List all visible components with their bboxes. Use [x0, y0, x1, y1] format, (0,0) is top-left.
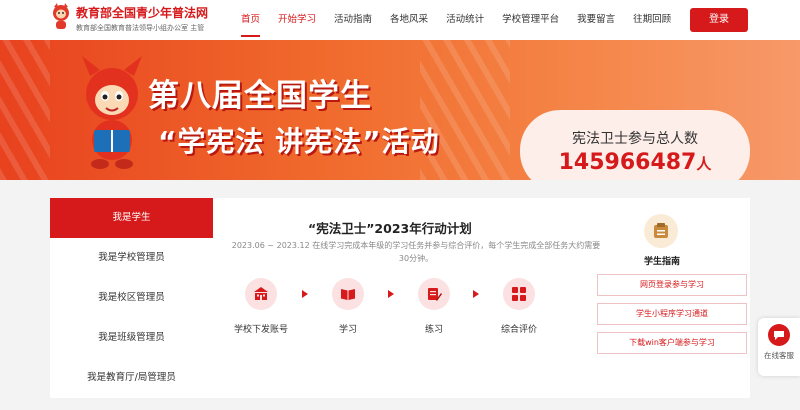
mascot-reading-icon — [82, 56, 142, 169]
guide-icon — [644, 214, 678, 248]
step-practice[interactable]: 练习 — [399, 278, 469, 335]
stat-number: 145966487 — [558, 150, 697, 175]
school-icon — [245, 278, 277, 310]
login-button[interactable]: 登录 — [690, 8, 748, 32]
online-service-button[interactable]: 在线客服 — [758, 318, 800, 376]
step-evaluation[interactable]: 综合评价 — [484, 278, 554, 335]
chat-icon — [768, 324, 790, 346]
step-label: 综合评价 — [500, 325, 537, 335]
banner-title-line2: “学宪法 讲宪法”活动 — [158, 125, 440, 158]
nav-item-0[interactable]: 首页 — [232, 0, 269, 40]
step-label: 学习 — [338, 325, 357, 335]
banner-decoration — [0, 40, 50, 180]
role-sidebar: 我是学生 我是学校管理员 我是校区管理员 我是班级管理员 我是教育厅/局管理员 — [50, 198, 213, 398]
main-panel: 我是学生 我是学校管理员 我是校区管理员 我是班级管理员 我是教育厅/局管理员 “宪法卫… — [50, 198, 750, 398]
nav-item-5[interactable]: 学校管理平台 — [493, 0, 568, 40]
banner-title-line1: 第八届全国学生 — [148, 78, 372, 114]
main-nav: 首页 开始学习 活动指南 各地风采 活动统计 学校管理平台 我要留言 往期回顾 — [232, 0, 680, 40]
plan-description: 2023.06 ~ 2023.12 在线学习完成本年级的学习任务并参与综合评价，… — [231, 241, 601, 263]
step-arrow-icon — [388, 290, 394, 298]
stat-unit: 人 — [696, 155, 712, 173]
nav-item-1[interactable]: 开始学习 — [269, 0, 325, 40]
sidebar-role-item[interactable]: 我是校区管理员 — [50, 278, 213, 318]
grid-icon — [503, 278, 535, 310]
site-title[interactable]: 教育部全国青少年普法网 — [76, 4, 208, 21]
top-header: 教育部全国青少年普法网 教育部全国教育普法领导小组办公室 主管 首页 开始学习 活动… — [0, 0, 800, 40]
participant-stat-card: 宪法卫士参与总人数 145966487人 — [520, 110, 750, 180]
step-study[interactable]: 学习 — [313, 278, 383, 335]
sidebar-role-item[interactable]: 我是班级管理员 — [50, 318, 213, 358]
nav-item-3[interactable]: 各地风采 — [381, 0, 437, 40]
web-login-link[interactable]: 网页登录参与学习 — [597, 274, 747, 296]
sidebar-role-item[interactable]: 我是学校管理员 — [50, 238, 213, 278]
nav-item-4[interactable]: 活动统计 — [437, 0, 493, 40]
sidebar-role-item[interactable]: 我是教育厅/局管理员 — [50, 358, 213, 398]
step-arrow-icon — [473, 290, 479, 298]
plan-title: “宪法卫士”2023年行动计划 — [308, 221, 472, 236]
site-subtitle: 教育部全国教育普法领导小组办公室 主管 — [76, 24, 205, 32]
step-label: 学校下发账号 — [233, 325, 288, 335]
book-icon — [332, 278, 364, 310]
nav-item-6[interactable]: 我要留言 — [568, 0, 624, 40]
nav-item-2[interactable]: 活动指南 — [325, 0, 381, 40]
step-school-account[interactable]: 学校下发账号 — [226, 278, 296, 335]
win-client-link[interactable]: 下载win客户端参与学习 — [597, 332, 747, 354]
student-guide-label: 学生指南 — [643, 257, 680, 267]
stat-value: 145966487人 — [520, 150, 750, 175]
stat-label: 宪法卫士参与总人数 — [572, 131, 698, 147]
online-service-label: 在线客服 — [764, 351, 794, 360]
step-label: 练习 — [424, 325, 443, 335]
mascot-logo-icon[interactable] — [50, 3, 72, 31]
hero-banner: 第八届全国学生 “学宪法 讲宪法”活动 宪法卫士参与总人数 145966487人 — [0, 40, 800, 180]
sidebar-role-item[interactable]: 我是学生 — [50, 198, 213, 238]
step-arrow-icon — [302, 290, 308, 298]
nav-item-7[interactable]: 往期回顾 — [624, 0, 680, 40]
pencil-icon — [418, 278, 450, 310]
mini-program-link[interactable]: 学生小程序学习通道 — [597, 303, 747, 325]
